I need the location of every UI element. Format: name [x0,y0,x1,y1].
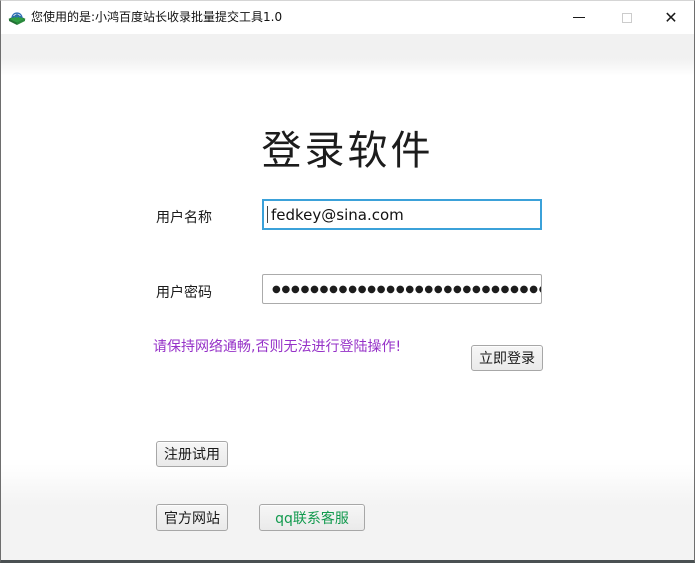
close-icon: ✕ [664,8,677,27]
login-window: 您使用的是:小鸿百度站长收录批量提交工具1.0 ✕ 登录软件 用户名称 用户密码… [0,0,695,563]
app-globe-send-icon [8,9,26,26]
text-caret [267,206,268,223]
window-title: 您使用的是:小鸿百度站长收录批量提交工具1.0 [31,1,282,34]
close-button[interactable]: ✕ [651,1,691,34]
minimize-icon [573,17,585,18]
password-input[interactable] [262,274,542,304]
username-label: 用户名称 [156,207,212,227]
titlebar: 您使用的是:小鸿百度站长收录批量提交工具1.0 ✕ [1,1,694,34]
login-button[interactable]: 立即登录 [471,345,543,371]
qq-contact-support-button[interactable]: qq联系客服 [259,504,365,531]
maximize-icon [622,13,632,23]
official-website-button[interactable]: 官方网站 [156,504,228,531]
minimize-button[interactable] [559,1,599,34]
page-title: 登录软件 [1,118,694,176]
network-notice-text: 请保持网络通畅,否则无法进行登陆操作! [153,337,403,358]
username-input[interactable] [262,199,542,230]
client-area: 登录软件 用户名称 用户密码 请保持网络通畅,否则无法进行登陆操作! 立即登录 … [1,34,694,560]
register-trial-button[interactable]: 注册试用 [156,441,228,467]
maximize-button[interactable] [607,1,647,34]
password-label: 用户密码 [156,282,212,302]
